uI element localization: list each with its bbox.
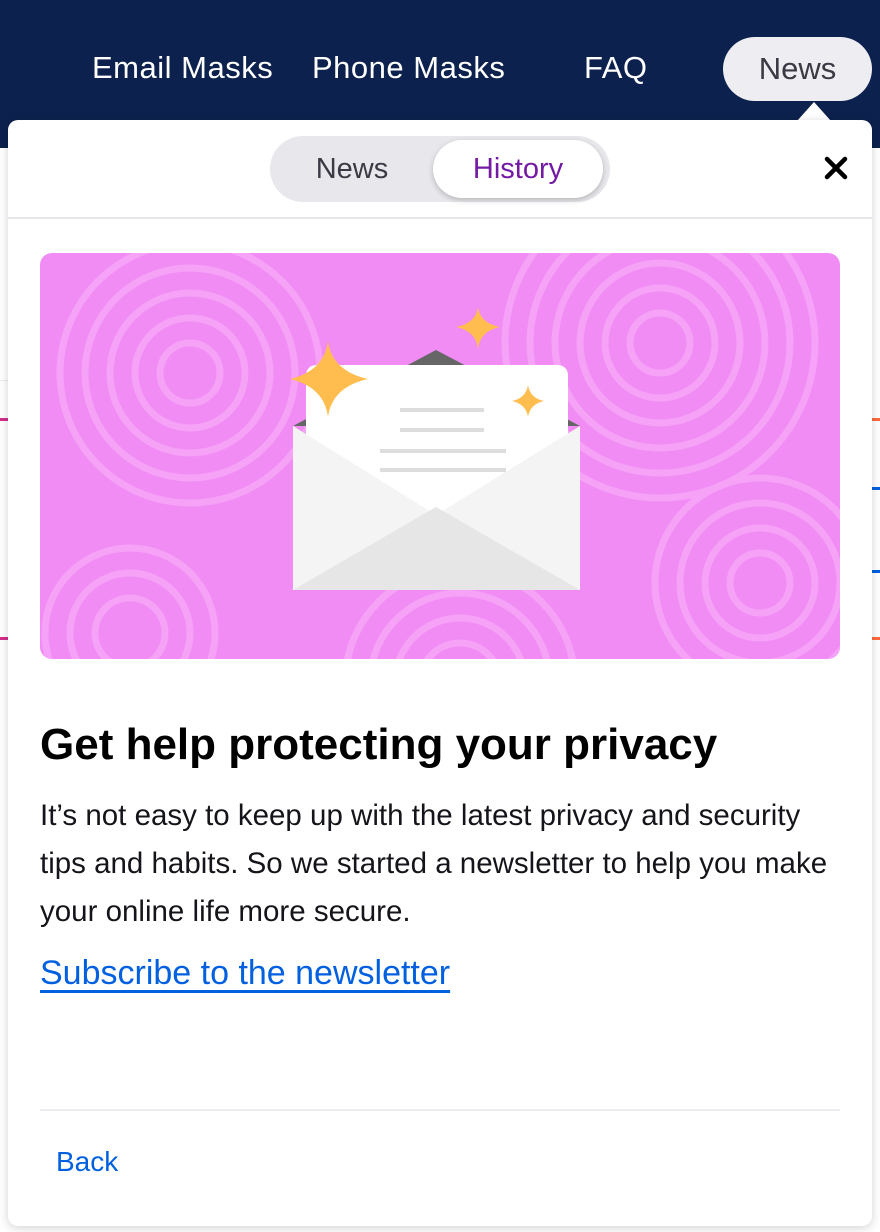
- background-accent-line: [0, 418, 8, 421]
- background-accent-line: [872, 570, 880, 573]
- background-accent-line: [872, 637, 880, 640]
- nav-link-email-masks[interactable]: Email Masks: [92, 46, 273, 90]
- background-accent-line: [872, 487, 880, 490]
- panel-headline: Get help protecting your privacy: [40, 720, 718, 769]
- hero-illustration: [40, 253, 840, 659]
- close-button[interactable]: [818, 150, 854, 186]
- background-accent-line: [872, 418, 880, 421]
- popover-caret: [797, 102, 831, 121]
- panel-body-text: It’s not easy to keep up with the latest…: [40, 799, 828, 928]
- nav-link-phone-masks[interactable]: Phone Masks: [312, 46, 505, 90]
- nav-news-button[interactable]: News: [723, 37, 872, 101]
- tab-switcher: News History: [270, 136, 610, 202]
- tab-news[interactable]: News: [274, 140, 430, 198]
- back-button[interactable]: Back: [56, 1146, 118, 1178]
- background-accent-line: [0, 637, 8, 640]
- close-icon: [824, 156, 848, 180]
- envelope-sparkles-icon: [41, 253, 840, 659]
- panel-header: News History: [8, 120, 872, 219]
- subscribe-newsletter-link[interactable]: Subscribe to the newsletter: [40, 954, 450, 993]
- background-divider: [0, 380, 8, 381]
- news-panel: News History Get help protecting your pr…: [8, 120, 872, 1226]
- nav-link-faq[interactable]: FAQ: [584, 46, 648, 90]
- footer-divider: [40, 1109, 840, 1111]
- tab-history[interactable]: History: [433, 140, 603, 198]
